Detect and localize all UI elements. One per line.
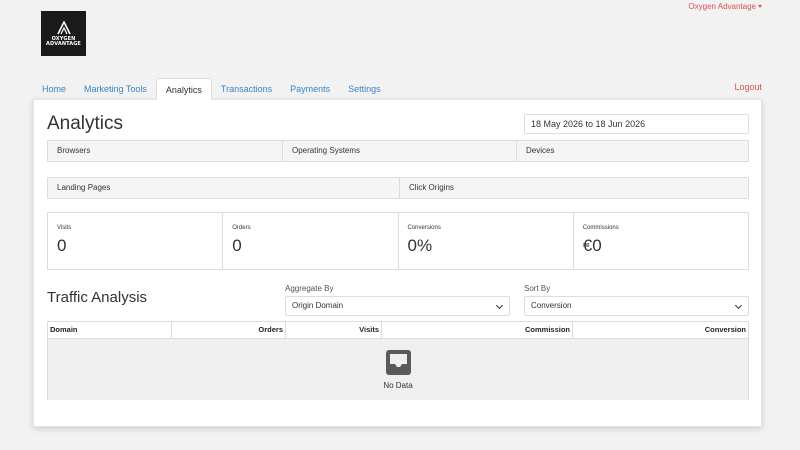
logout-link[interactable]: Logout [734, 82, 762, 92]
stat-value: €0 [582, 236, 602, 255]
stat-value: 0% [407, 236, 433, 255]
traffic-table: Domain Orders Visits Commission Conversi… [47, 321, 749, 400]
page-title: Analytics [47, 113, 124, 134]
column-domain[interactable]: Domain [48, 322, 171, 338]
aggregate-by-label: Aggregate By [285, 284, 334, 293]
tab-settings[interactable]: Settings [339, 78, 390, 100]
brand-logo[interactable]: OXYGEN ADVANTAGE [41, 11, 86, 56]
account-label: Oxygen Advantage [688, 2, 756, 11]
logo-text: OXYGEN ADVANTAGE [46, 36, 81, 47]
chevron-down-icon [495, 301, 504, 310]
date-range-picker[interactable]: 18 May 2026 to 18 Jun 2026 [524, 114, 749, 134]
sort-by-label: Sort By [524, 284, 551, 293]
sort-by-select[interactable]: Conversion [524, 296, 749, 316]
stat-label: Orders [232, 225, 251, 231]
column-commission[interactable]: Commission [381, 322, 572, 338]
stat-commissions: Commissions €0 [572, 213, 748, 269]
stat-conversions: Conversions 0% [397, 213, 573, 269]
stats-summary: Visits 0 Orders 0 Conversions 0% Commiss… [47, 212, 749, 270]
chevron-down-icon [734, 301, 743, 310]
stat-label: Visits [57, 225, 72, 231]
aggregate-by-value: Origin Domain [292, 301, 344, 310]
stat-value: 0 [232, 236, 242, 255]
stat-label: Conversions [407, 225, 441, 231]
column-visits[interactable]: Visits [285, 322, 381, 338]
sort-by-value: Conversion [531, 301, 572, 310]
stat-value: 0 [57, 236, 67, 255]
tab-home[interactable]: Home [33, 78, 75, 100]
inbox-icon [385, 350, 411, 375]
stat-label: Commissions [582, 225, 619, 231]
logo-line-2: ADVANTAGE [46, 40, 81, 47]
aggregate-by-select[interactable]: Origin Domain [285, 296, 510, 316]
report-operating-systems[interactable]: Operating Systems [282, 141, 516, 161]
stat-visits: Visits 0 [48, 213, 222, 269]
tab-transactions[interactable]: Transactions [212, 78, 281, 100]
analytics-panel: Analytics 18 May 2026 to 18 Jun 2026 Bro… [33, 99, 762, 427]
account-menu[interactable]: Oxygen Advantage [688, 2, 762, 11]
main-tabs: Home Marketing Tools Analytics Transacti… [33, 78, 390, 100]
report-bar-primary: Browsers Operating Systems Devices [47, 140, 749, 162]
table-empty-state: No Data [48, 339, 748, 400]
report-click-origins[interactable]: Click Origins [399, 178, 748, 198]
traffic-analysis-title: Traffic Analysis [47, 289, 148, 306]
caret-down-icon [758, 5, 762, 9]
report-bar-secondary: Landing Pages Click Origins [47, 177, 749, 199]
report-devices[interactable]: Devices [516, 141, 748, 161]
report-landing-pages[interactable]: Landing Pages [48, 178, 399, 198]
column-orders[interactable]: Orders [171, 322, 285, 338]
report-browsers[interactable]: Browsers [48, 141, 282, 161]
tab-analytics[interactable]: Analytics [155, 78, 212, 100]
logo-mark-icon [56, 20, 71, 34]
tab-payments[interactable]: Payments [281, 78, 339, 100]
tab-marketing-tools[interactable]: Marketing Tools [75, 78, 156, 100]
no-data-text: No Data [383, 381, 413, 390]
stat-orders: Orders 0 [222, 213, 397, 269]
table-header: Domain Orders Visits Commission Conversi… [48, 322, 748, 339]
column-conversion[interactable]: Conversion [572, 322, 748, 338]
